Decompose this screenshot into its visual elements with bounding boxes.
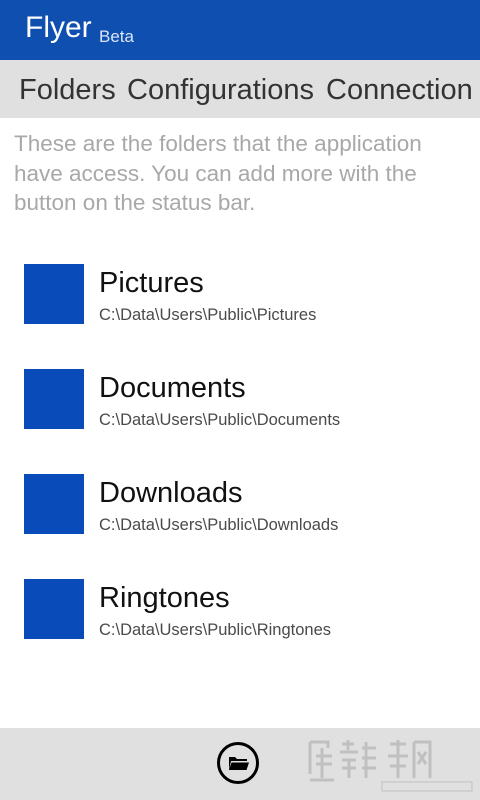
tab-connection[interactable]: Connection <box>326 72 473 108</box>
folder-name: Documents <box>99 372 246 404</box>
folder-open-icon <box>217 742 259 784</box>
beta-badge: Beta <box>99 27 134 46</box>
folder-name: Downloads <box>99 477 243 509</box>
folder-item-downloads[interactable]: Downloads C:\Data\Users\Public\Downloads <box>0 465 480 555</box>
folder-name: Ringtones <box>99 582 230 614</box>
folder-tile <box>24 369 84 429</box>
folder-tile <box>24 579 84 639</box>
title-bar: Flyer Beta <box>0 0 480 60</box>
folder-tile <box>24 474 84 534</box>
watermark-logo <box>308 740 473 792</box>
folder-path: C:\Data\Users\Public\Documents <box>99 411 341 429</box>
add-folder-button[interactable] <box>217 742 259 784</box>
app-title: Flyer <box>25 11 92 44</box>
folder-path: C:\Data\Users\Public\Ringtones <box>99 621 332 639</box>
app-screen: Flyer Beta Folders Configurations Connec… <box>0 0 480 800</box>
folders-description: These are the folders that the applicati… <box>14 131 422 215</box>
tab-folders[interactable]: Folders <box>19 72 116 108</box>
tab-configurations[interactable]: Configurations <box>127 72 314 108</box>
folder-item-documents[interactable]: Documents C:\Data\Users\Public\Documents <box>0 360 480 450</box>
folder-item-ringtones[interactable]: Ringtones C:\Data\Users\Public\Ringtones <box>0 570 480 660</box>
folder-path: C:\Data\Users\Public\Pictures <box>99 306 317 324</box>
folder-path: C:\Data\Users\Public\Downloads <box>99 516 339 534</box>
folder-item-pictures[interactable]: Pictures C:\Data\Users\Public\Pictures <box>0 255 480 345</box>
folder-name: Pictures <box>99 267 204 299</box>
folder-tile <box>24 264 84 324</box>
application-bar <box>0 728 480 800</box>
pivot-header: Folders Configurations Connection <box>0 60 480 118</box>
